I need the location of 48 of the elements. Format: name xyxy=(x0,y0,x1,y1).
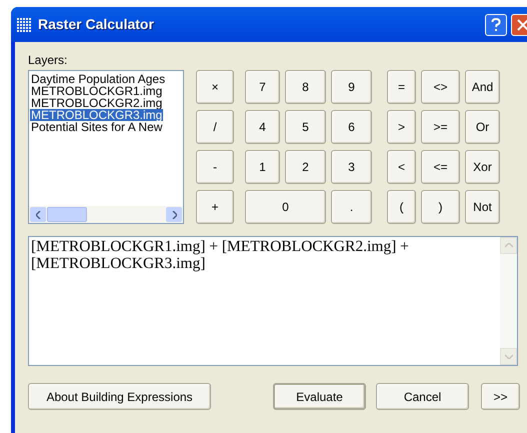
keypad-button[interactable]: ) xyxy=(421,190,460,224)
keypad-button[interactable]: × xyxy=(196,70,234,104)
expression-field[interactable]: [METROBLOCKGR1.img] + [METROBLOCKGR2.img] + [METROBLOCKGR3.img] xyxy=(28,236,518,366)
window-title: Raster Calculator xyxy=(38,15,154,34)
scroll-left-button[interactable] xyxy=(30,207,46,222)
keypad-button[interactable]: / xyxy=(196,110,234,144)
dialog-button[interactable]: Cancel xyxy=(376,383,469,410)
close-icon xyxy=(517,18,527,30)
keypad-button[interactable]: - xyxy=(196,150,234,184)
keypad-button[interactable]: 8 xyxy=(285,70,326,104)
keypad-button[interactable]: <= xyxy=(421,150,460,184)
layers-list[interactable]: Daytime Population Ages METROBLOCKGR1.img METROBLOCKGR2.img METROBLOCKGR3.img Potential Sites for A New xyxy=(28,70,184,224)
keypad-button[interactable]: < xyxy=(387,150,416,184)
scroll-right-button[interactable] xyxy=(166,207,182,222)
keypad-button[interactable]: >= xyxy=(421,110,460,144)
keypad-button[interactable]: 0 xyxy=(245,190,326,224)
keypad-button[interactable]: 5 xyxy=(285,110,326,144)
keypad-button[interactable]: + xyxy=(196,190,234,224)
keypad-button[interactable]: 4 xyxy=(245,110,280,144)
keypad-button[interactable]: <> xyxy=(421,70,460,104)
layer-item[interactable]: Daytime Population Ages xyxy=(30,73,166,85)
keypad-button[interactable]: 9 xyxy=(331,70,372,104)
keypad-button[interactable]: ( xyxy=(387,190,416,224)
layers-label: Layers: xyxy=(28,53,68,69)
keypad-button[interactable]: 3 xyxy=(331,150,372,184)
keypad-button[interactable]: Or xyxy=(465,110,500,144)
keypad-button[interactable]: 1 xyxy=(245,150,280,184)
grid-icon xyxy=(17,18,31,32)
dialog-button[interactable]: About Building Expressions xyxy=(28,383,211,410)
keypad-button[interactable]: And xyxy=(465,70,500,104)
keypad-button[interactable]: . xyxy=(331,190,372,224)
dialog-button[interactable]: >> xyxy=(481,383,520,410)
layer-item[interactable]: METROBLOCKGR1.img xyxy=(30,85,164,97)
keypad-button[interactable]: 2 xyxy=(285,150,326,184)
keypad-button[interactable]: 7 xyxy=(245,70,280,104)
question-icon xyxy=(491,18,501,32)
keypad-button[interactable]: 6 xyxy=(331,110,372,144)
layer-item[interactable]: METROBLOCKGR2.img xyxy=(30,97,164,109)
dialog-button[interactable]: Evaluate xyxy=(273,383,366,410)
help-button[interactable] xyxy=(485,14,507,36)
scroll-thumb[interactable] xyxy=(47,207,87,222)
keypad-button[interactable]: > xyxy=(387,110,416,144)
keypad-button[interactable]: Not xyxy=(465,190,500,224)
layer-item[interactable]: METROBLOCKGR3.img xyxy=(30,109,164,121)
horizontal-scrollbar[interactable] xyxy=(29,206,183,223)
keypad-button[interactable]: = xyxy=(387,70,416,104)
keypad-button[interactable]: Xor xyxy=(465,150,500,184)
layer-item[interactable]: Potential Sites for A New xyxy=(30,121,164,133)
